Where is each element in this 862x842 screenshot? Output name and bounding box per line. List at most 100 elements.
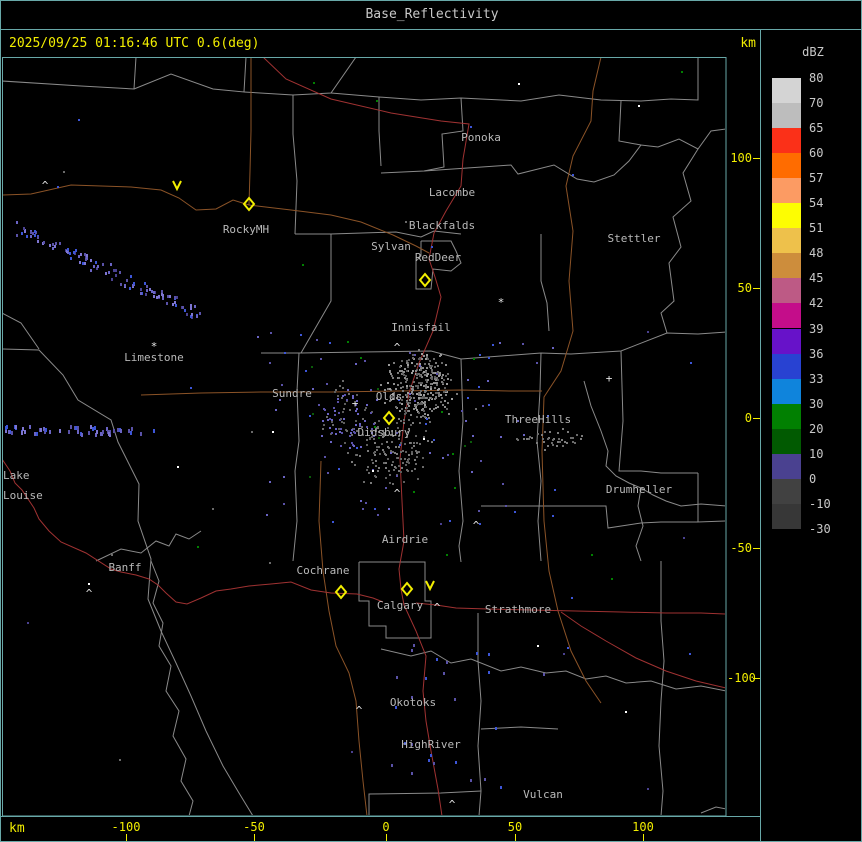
cross-poi-icon: + xyxy=(606,372,613,385)
colorbar-swatch-42-45 xyxy=(772,278,801,304)
caret-poi-icon: ^ xyxy=(42,179,49,192)
axis-divider xyxy=(1,816,761,817)
panel-divider xyxy=(760,29,761,841)
radar-app-window: Base_Reflectivity 2025/09/25 01:16:46 UT… xyxy=(0,0,862,842)
secondary-highway-line xyxy=(140,389,542,396)
city-label-blackfalds: Blackfalds xyxy=(409,219,475,232)
county-boundary-line xyxy=(380,128,725,183)
county-boundary-line xyxy=(133,58,247,93)
county-boundary-line xyxy=(378,97,382,167)
colorbar-tick-label: 42 xyxy=(809,296,824,311)
county-boundary-line xyxy=(635,487,644,562)
right-axis-tick-label: -50 xyxy=(730,541,752,555)
colorbar-swatch--30--10 xyxy=(772,503,801,529)
county-boundary-line xyxy=(423,97,464,172)
bottom-axis-tick-label: -100 xyxy=(111,820,141,834)
right-axis-tick-mark xyxy=(753,418,760,419)
county-boundary-line xyxy=(697,473,725,523)
colorbar-swatch-48-51 xyxy=(772,228,801,254)
right-axis-tick-label: -100 xyxy=(727,671,756,685)
colorbar-tick-label: 30 xyxy=(809,396,824,411)
colorbar-tick-label: 70 xyxy=(809,96,824,111)
county-boundary-line xyxy=(292,352,300,562)
county-boundary-line xyxy=(300,234,332,354)
colorbar-swatch--10-0 xyxy=(772,478,801,504)
colorbar-tick-label: 54 xyxy=(809,196,824,211)
colorbar-tick-label: 57 xyxy=(809,171,824,186)
right-axis-tick-mark xyxy=(753,548,760,549)
secondary-highway-line xyxy=(318,460,368,815)
county-boundary-line xyxy=(658,561,665,815)
colorbar-tick-label: -10 xyxy=(809,496,831,511)
caret-poi-icon: ^ xyxy=(86,587,93,600)
county-boundary-line xyxy=(3,348,253,815)
major-highway-line xyxy=(3,459,384,605)
county-boundary-line xyxy=(150,560,194,815)
county-boundary-line xyxy=(330,58,699,102)
bottom-axis-tick-label: -50 xyxy=(243,820,265,834)
city-label-lake: Lake xyxy=(3,469,30,482)
county-boundary-line xyxy=(243,58,356,96)
city-label-calgary: Calgary xyxy=(377,599,424,612)
right-axis-tick-label: 50 xyxy=(737,281,752,295)
city-label-banff: Banff xyxy=(108,561,141,574)
colorbar-tick-label: 48 xyxy=(809,246,824,261)
county-boundary-line xyxy=(292,95,298,235)
county-boundary-line xyxy=(480,726,559,730)
bottom-axis-tick-label: 50 xyxy=(507,820,523,834)
city-label-limestone: Limestone xyxy=(124,351,184,364)
colorbar-swatch-10-20 xyxy=(772,428,801,454)
major-highway-line xyxy=(415,602,725,615)
bottom-axis-tick-mark xyxy=(515,834,516,841)
poi-marker-layer: **++^^^^^^^^ xyxy=(42,179,613,811)
caret-poi-icon: ^ xyxy=(394,487,401,500)
colorbar-swatch-0-10 xyxy=(772,453,801,479)
radar-site-diamond-icon xyxy=(382,410,396,426)
city-label-ponoka: Ponoka xyxy=(461,131,501,144)
page-title: Base_Reflectivity xyxy=(365,7,499,22)
colorbar-swatch-70-80 xyxy=(772,78,801,104)
city-label-highriver: HighRiver xyxy=(401,738,461,751)
city-label-layer: Ponoka Lacombe Blackfalds Sylvan RedDeer Stet… xyxy=(3,131,672,801)
colorbar-tick-label: 10 xyxy=(809,446,824,461)
caret-poi-icon: ^ xyxy=(394,341,401,354)
colorbar-swatch-51-54 xyxy=(772,203,801,229)
county-boundary-line xyxy=(380,648,725,692)
bottom-axis-tick-mark xyxy=(254,834,255,841)
star-poi-icon: * xyxy=(498,296,505,309)
city-label-sylvan: Sylvan xyxy=(371,240,411,253)
county-boundary-line xyxy=(536,352,542,562)
colorbar-swatch-45-48 xyxy=(772,253,801,279)
colorbar-swatch-39-42 xyxy=(772,303,801,329)
colorbar-swatch-30-33 xyxy=(772,378,801,404)
site-v-icon xyxy=(425,580,435,592)
county-boundary-line xyxy=(458,358,464,563)
colorbar-tick-label: 0 xyxy=(809,471,817,486)
colorbar-tick-label: 80 xyxy=(809,71,824,85)
colorbar-tick-label: 20 xyxy=(809,421,824,436)
radar-map[interactable]: **++^^^^^^^^ PonokaLacombeBlackfaldsSylv… xyxy=(1,56,727,817)
city-label-sundre: Sundre xyxy=(272,387,312,400)
city-label-rockymh: RockyMH xyxy=(223,223,269,236)
county-boundary-line xyxy=(618,350,698,474)
colorbar-tick-label: 45 xyxy=(809,271,824,286)
colorbar-tick-label: 51 xyxy=(809,221,824,236)
radar-site-diamond-icon xyxy=(418,272,432,288)
caret-poi-icon: ^ xyxy=(356,704,363,717)
city-label-drumheller: Drumheller xyxy=(606,483,673,496)
county-boundary-line xyxy=(618,100,642,146)
city-label-airdrie: Airdrie xyxy=(382,533,428,546)
colorbar-swatch-20-30 xyxy=(772,403,801,429)
colorbar-swatch-36-39 xyxy=(772,328,801,354)
colorbar-swatch-33-36 xyxy=(772,353,801,379)
city-label-vulcan: Vulcan xyxy=(523,788,563,801)
colorbar-tick-label: -30 xyxy=(809,521,831,536)
right-axis-tick-mark xyxy=(753,288,760,289)
county-boundary-line xyxy=(540,234,550,332)
secondary-highway-line xyxy=(3,184,250,211)
county-boundary-line xyxy=(700,806,725,814)
colorbar-swatch-60-65 xyxy=(772,128,801,154)
city-label-innisfail: Innisfail xyxy=(391,321,451,334)
colorbar-tick-label: 65 xyxy=(809,121,824,136)
colorbar-tick-label: 39 xyxy=(809,321,824,336)
